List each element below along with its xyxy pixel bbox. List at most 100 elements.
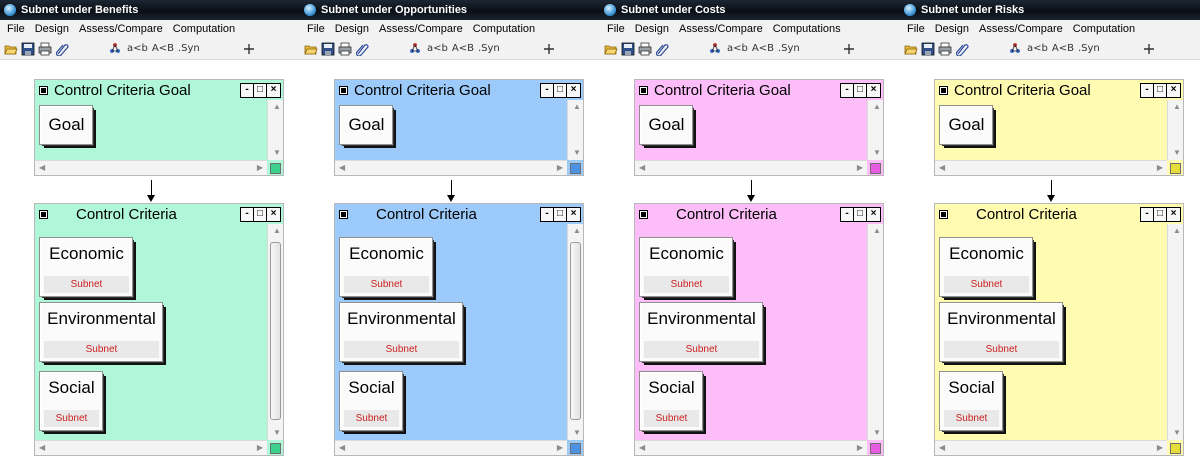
criterion-node-environmental[interactable]: Environmental Subnet (939, 302, 1063, 362)
vertical-scrollbar[interactable]: ▲ ▼ (567, 224, 583, 440)
horizontal-scrollbar[interactable]: ◀ ▶ (35, 160, 267, 175)
criterion-node-social[interactable]: Social Subnet (639, 371, 703, 431)
system-menu-icon[interactable] (639, 209, 648, 219)
scroll-down-arrow[interactable]: ▼ (273, 429, 281, 437)
scroll-right-arrow[interactable]: ▶ (1157, 164, 1163, 172)
menu-assess-compare[interactable]: Assess/Compare (974, 23, 1068, 35)
scroll-thumb[interactable] (270, 242, 281, 420)
menu-assess-compare[interactable]: Assess/Compare (74, 23, 168, 35)
goal-node[interactable]: Goal (339, 105, 393, 145)
menu-design[interactable]: Design (30, 23, 74, 35)
maximize-button[interactable]: □ (554, 84, 567, 97)
pin-icon[interactable] (542, 42, 556, 56)
minimize-button[interactable]: - (541, 84, 554, 97)
system-menu-icon[interactable] (39, 209, 48, 219)
criterion-node-social[interactable]: Social Subnet (339, 371, 403, 431)
horizontal-scrollbar[interactable]: ◀ ▶ (335, 160, 567, 175)
print-icon[interactable] (38, 42, 52, 56)
subwindow-titlebar[interactable]: Control Criteria Goal - □ × (935, 80, 1183, 100)
close-button[interactable]: × (867, 208, 880, 221)
menu-design[interactable]: Design (630, 23, 674, 35)
subwindow-titlebar[interactable]: Control Criteria Goal - □ × (635, 80, 883, 100)
subnet-badge[interactable]: Subnet (644, 341, 759, 358)
print-icon[interactable] (938, 42, 952, 56)
network-icon[interactable] (1008, 42, 1022, 56)
vertical-scrollbar[interactable]: ▲ ▼ (1167, 100, 1183, 160)
scroll-down-arrow[interactable]: ▼ (1173, 149, 1181, 157)
app-titlebar[interactable]: Subnet under Benefits (0, 0, 300, 20)
vertical-scrollbar[interactable]: ▲ ▼ (267, 100, 283, 160)
scroll-up-arrow[interactable]: ▲ (573, 103, 581, 111)
subnet-badge[interactable]: Subnet (944, 276, 1029, 293)
close-button[interactable]: × (267, 208, 280, 221)
maximize-button[interactable]: □ (854, 208, 867, 221)
subnet-badge[interactable]: Subnet (344, 341, 459, 358)
open-folder-icon[interactable] (904, 42, 918, 56)
vertical-scrollbar[interactable]: ▲ ▼ (267, 224, 283, 440)
vertical-scrollbar[interactable]: ▲ ▼ (867, 224, 883, 440)
scroll-down-arrow[interactable]: ▼ (873, 149, 881, 157)
open-folder-icon[interactable] (4, 42, 18, 56)
criterion-node-social[interactable]: Social Subnet (939, 371, 1003, 431)
subnet-badge[interactable]: Subnet (944, 341, 1059, 358)
scroll-left-arrow[interactable]: ◀ (939, 164, 945, 172)
criterion-node-environmental[interactable]: Environmental Subnet (39, 302, 163, 362)
system-menu-icon[interactable] (939, 85, 948, 95)
save-icon[interactable] (921, 42, 935, 56)
criterion-node-social[interactable]: Social Subnet (39, 371, 103, 431)
menu-assess-compare[interactable]: Assess/Compare (374, 23, 468, 35)
criterion-node-economic[interactable]: Economic Subnet (39, 237, 133, 297)
comparison-symbols[interactable]: a<b A<B .Syn (427, 43, 500, 54)
scroll-right-arrow[interactable]: ▶ (557, 444, 563, 452)
subnet-badge[interactable]: Subnet (944, 410, 999, 427)
close-button[interactable]: × (1167, 84, 1180, 97)
maximize-button[interactable]: □ (254, 84, 267, 97)
minimize-button[interactable]: - (841, 208, 854, 221)
menu-computation[interactable]: Computations (768, 23, 846, 35)
horizontal-scrollbar[interactable]: ◀ ▶ (635, 440, 867, 455)
pin-icon[interactable] (842, 42, 856, 56)
scroll-left-arrow[interactable]: ◀ (939, 444, 945, 452)
subwindow-titlebar[interactable]: Control Criteria - □ × (335, 204, 583, 224)
scroll-right-arrow[interactable]: ▶ (857, 444, 863, 452)
scroll-left-arrow[interactable]: ◀ (339, 444, 345, 452)
scroll-left-arrow[interactable]: ◀ (639, 164, 645, 172)
close-button[interactable]: × (867, 84, 880, 97)
subnet-badge[interactable]: Subnet (344, 276, 429, 293)
horizontal-scrollbar[interactable]: ◀ ▶ (335, 440, 567, 455)
close-button[interactable]: × (1167, 208, 1180, 221)
pin-icon[interactable] (242, 42, 256, 56)
scroll-up-arrow[interactable]: ▲ (273, 227, 281, 235)
system-menu-icon[interactable] (339, 85, 348, 95)
criterion-node-environmental[interactable]: Environmental Subnet (339, 302, 463, 362)
resize-grip[interactable] (870, 163, 881, 174)
network-icon[interactable] (408, 42, 422, 56)
system-menu-icon[interactable] (639, 85, 648, 95)
scroll-left-arrow[interactable]: ◀ (39, 164, 45, 172)
scroll-up-arrow[interactable]: ▲ (573, 227, 581, 235)
menu-file[interactable]: File (2, 23, 30, 35)
attach-icon[interactable] (355, 42, 369, 56)
subwindow-titlebar[interactable]: Control Criteria - □ × (35, 204, 283, 224)
resize-grip[interactable] (570, 163, 581, 174)
scroll-left-arrow[interactable]: ◀ (39, 444, 45, 452)
attach-icon[interactable] (55, 42, 69, 56)
open-folder-icon[interactable] (604, 42, 618, 56)
criterion-node-economic[interactable]: Economic Subnet (939, 237, 1033, 297)
menu-computation[interactable]: Computation (1068, 23, 1140, 35)
scroll-thumb[interactable] (570, 242, 581, 420)
open-folder-icon[interactable] (304, 42, 318, 56)
criterion-node-environmental[interactable]: Environmental Subnet (639, 302, 763, 362)
minimize-button[interactable]: - (241, 208, 254, 221)
menu-design[interactable]: Design (330, 23, 374, 35)
scroll-left-arrow[interactable]: ◀ (639, 444, 645, 452)
scroll-up-arrow[interactable]: ▲ (1173, 103, 1181, 111)
scroll-up-arrow[interactable]: ▲ (873, 227, 881, 235)
maximize-button[interactable]: □ (854, 84, 867, 97)
scroll-left-arrow[interactable]: ◀ (339, 164, 345, 172)
close-button[interactable]: × (567, 84, 580, 97)
scroll-up-arrow[interactable]: ▲ (1173, 227, 1181, 235)
subwindow-titlebar[interactable]: Control Criteria - □ × (635, 204, 883, 224)
subnet-badge[interactable]: Subnet (44, 410, 99, 427)
print-icon[interactable] (638, 42, 652, 56)
